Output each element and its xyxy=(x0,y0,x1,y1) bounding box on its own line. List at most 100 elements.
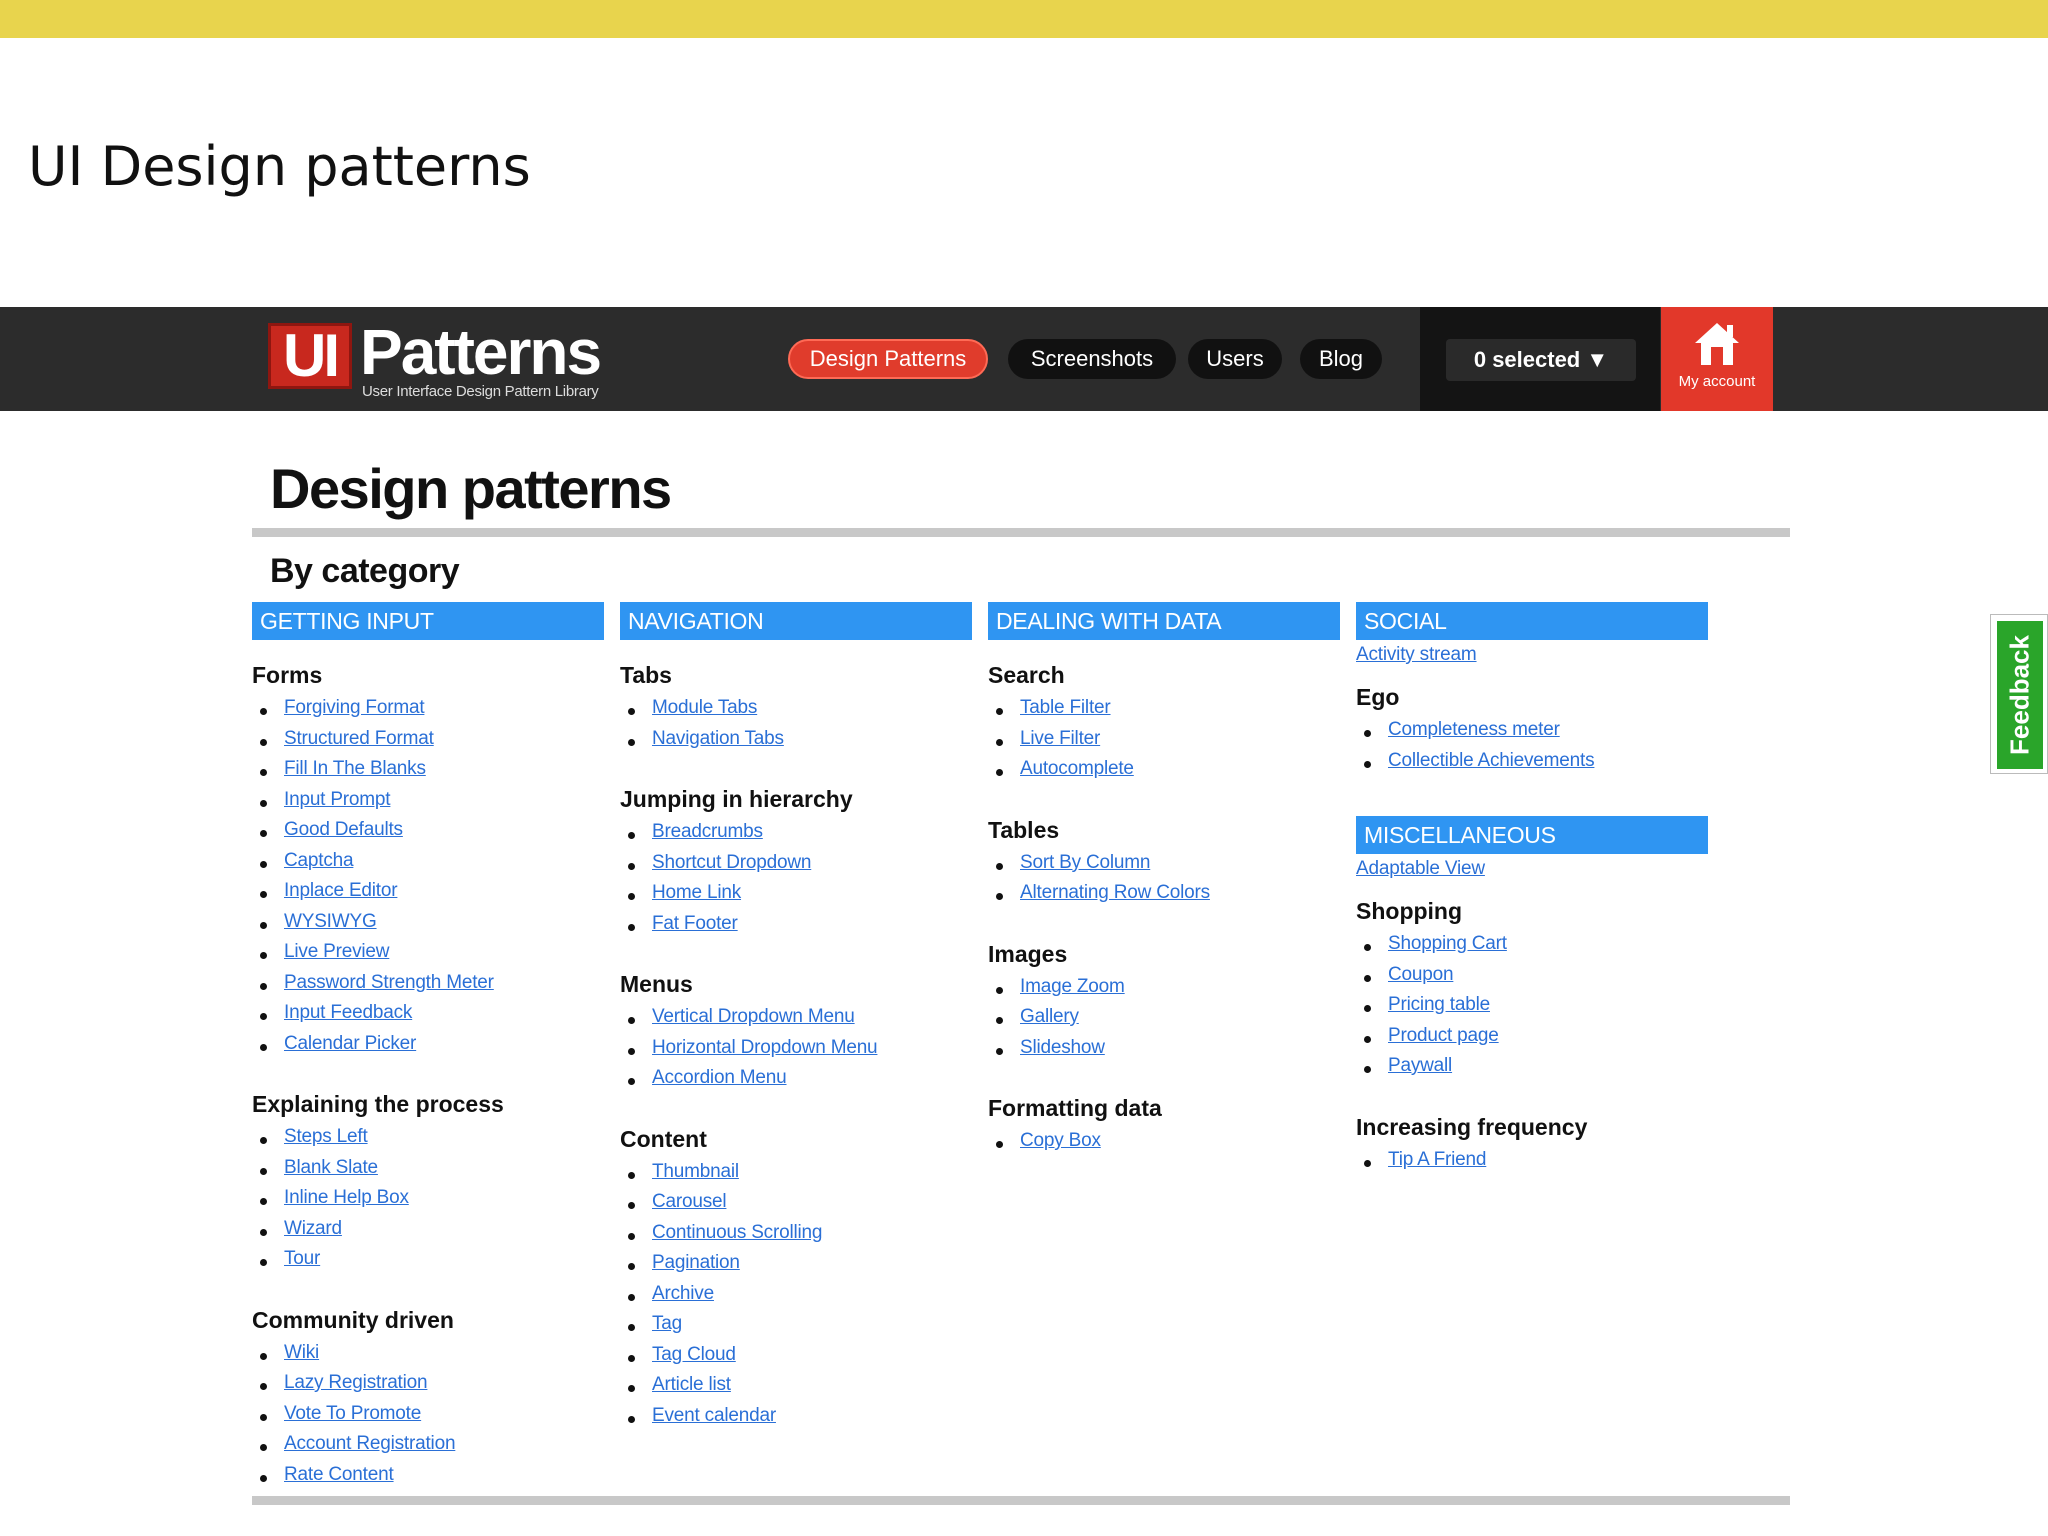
list-bullet xyxy=(260,708,267,715)
logo-tagline: User Interface Design Pattern Library xyxy=(362,383,599,400)
pattern-link-paywall[interactable]: Paywall xyxy=(1388,1055,1452,1077)
pattern-link-alternating-row-colors[interactable]: Alternating Row Colors xyxy=(1020,882,1210,904)
pattern-link-pricing-table[interactable]: Pricing table xyxy=(1388,994,1490,1016)
pattern-link-shortcut-dropdown[interactable]: Shortcut Dropdown xyxy=(652,852,811,874)
list-bullet xyxy=(628,862,635,870)
pattern-link-gallery[interactable]: Gallery xyxy=(1020,1006,1079,1028)
pattern-link-live-preview[interactable]: Live Preview xyxy=(284,941,390,963)
list-bullet xyxy=(260,1474,267,1482)
pattern-link-wizard[interactable]: Wizard xyxy=(284,1218,342,1240)
pattern-link-calendar-picker[interactable]: Calendar Picker xyxy=(284,1033,416,1055)
list-bullet xyxy=(628,1293,635,1301)
pattern-link-wiki[interactable]: Wiki xyxy=(284,1342,319,1364)
pattern-link-tip-a-friend[interactable]: Tip A Friend xyxy=(1388,1149,1486,1171)
pattern-link-table-filter[interactable]: Table Filter xyxy=(1020,697,1111,719)
pattern-link-rate-content[interactable]: Rate Content xyxy=(284,1464,394,1486)
list-bullet xyxy=(996,738,1003,746)
pattern-link-event-calendar[interactable]: Event calendar xyxy=(652,1405,776,1427)
list-bullet xyxy=(260,1013,267,1020)
pattern-link-accordion-menu[interactable]: Accordion Menu xyxy=(652,1067,787,1089)
pattern-link-copy-box[interactable]: Copy Box xyxy=(1020,1130,1101,1152)
pattern-link-adaptable-view[interactable]: Adaptable View xyxy=(1356,858,1485,880)
nav-screenshots[interactable]: Screenshots xyxy=(1008,339,1176,379)
list-bullet xyxy=(260,891,267,898)
pattern-link-horizontal-dropdown-menu[interactable]: Horizontal Dropdown Menu xyxy=(652,1037,878,1059)
pattern-link-coupon[interactable]: Coupon xyxy=(1388,964,1454,986)
footer-divider xyxy=(252,1496,1790,1505)
pattern-link-pagination[interactable]: Pagination xyxy=(652,1252,740,1274)
pattern-link-continuous-scrolling[interactable]: Continuous Scrolling xyxy=(652,1222,822,1244)
pattern-link-lazy-registration[interactable]: Lazy Registration xyxy=(284,1372,428,1394)
by-category-heading: By category xyxy=(270,552,460,590)
nav-design-patterns[interactable]: Design Patterns xyxy=(788,339,988,379)
list-bullet xyxy=(1364,1066,1371,1073)
pattern-link-product-page[interactable]: Product page xyxy=(1388,1025,1499,1047)
pattern-link-password-strength-meter[interactable]: Password Strength Meter xyxy=(284,972,494,994)
list-bullet xyxy=(260,1198,267,1205)
pattern-link-navigation-tabs[interactable]: Navigation Tabs xyxy=(652,728,784,750)
list-bullet xyxy=(996,862,1003,870)
pattern-link-shopping-cart[interactable]: Shopping Cart xyxy=(1388,933,1507,955)
site-logo[interactable]: UI Patterns User Interface Design Patter… xyxy=(268,317,628,401)
list-bullet xyxy=(1364,1159,1371,1167)
list-bullet xyxy=(260,1352,267,1360)
group-title-tabs: Tabs xyxy=(620,662,672,688)
pattern-link-archive[interactable]: Archive xyxy=(652,1283,714,1305)
pattern-link-tour[interactable]: Tour xyxy=(284,1248,320,1270)
selected-dropdown[interactable]: 0 selected ▼ xyxy=(1446,339,1636,381)
pattern-link-activity-stream[interactable]: Activity stream xyxy=(1356,644,1477,666)
pattern-link-structured-format[interactable]: Structured Format xyxy=(284,728,434,750)
pattern-link-completeness-meter[interactable]: Completeness meter xyxy=(1388,719,1560,741)
pattern-link-vote-to-promote[interactable]: Vote To Promote xyxy=(284,1403,421,1425)
list-bullet xyxy=(628,708,635,715)
pattern-link-blank-slate[interactable]: Blank Slate xyxy=(284,1157,378,1179)
pattern-link-collectible-achievements[interactable]: Collectible Achievements xyxy=(1388,750,1595,772)
pattern-link-autocomplete[interactable]: Autocomplete xyxy=(1020,758,1134,780)
pattern-link-input-feedback[interactable]: Input Feedback xyxy=(284,1002,412,1024)
pattern-link-module-tabs[interactable]: Module Tabs xyxy=(652,697,757,719)
pattern-link-sort-by-column[interactable]: Sort By Column xyxy=(1020,852,1150,874)
list-bullet xyxy=(1364,974,1371,982)
pattern-link-good-defaults[interactable]: Good Defaults xyxy=(284,819,403,841)
pattern-link-fill-in-the-blanks[interactable]: Fill In The Blanks xyxy=(284,758,426,780)
pattern-link-inplace-editor[interactable]: Inplace Editor xyxy=(284,880,398,902)
pattern-link-fat-footer[interactable]: Fat Footer xyxy=(652,913,738,935)
group-title-tables: Tables xyxy=(988,816,1060,843)
list-bullet xyxy=(1364,1005,1371,1012)
logo-name: Patterns xyxy=(360,316,602,388)
group-title-shopping: Shopping xyxy=(1356,898,1463,924)
pattern-link-steps-left[interactable]: Steps Left xyxy=(284,1126,368,1148)
logo-mark: UI xyxy=(268,323,352,389)
pattern-link-tag-cloud[interactable]: Tag Cloud xyxy=(652,1344,736,1366)
pattern-link-carousel[interactable]: Carousel xyxy=(652,1191,727,1213)
list-bullet xyxy=(628,1354,635,1362)
nav-users[interactable]: Users xyxy=(1188,339,1282,379)
pattern-link-forgiving-format[interactable]: Forgiving Format xyxy=(284,697,425,719)
list-bullet xyxy=(260,738,267,746)
pattern-link-input-prompt[interactable]: Input Prompt xyxy=(284,789,391,811)
my-account-button[interactable]: My account xyxy=(1661,307,1773,411)
pattern-link-account-registration[interactable]: Account Registration xyxy=(284,1433,456,1455)
pattern-link-home-link[interactable]: Home Link xyxy=(652,882,741,904)
pattern-link-slideshow[interactable]: Slideshow xyxy=(1020,1037,1105,1059)
list-bullet xyxy=(628,1324,635,1331)
pattern-link-image-zoom[interactable]: Image Zoom xyxy=(1020,976,1125,998)
pattern-link-wysiwyg[interactable]: WYSIWYG xyxy=(284,911,377,933)
category-bar-dealing-with-data: DEALING WITH DATA xyxy=(988,602,1340,640)
pattern-link-vertical-dropdown-menu[interactable]: Vertical Dropdown Menu xyxy=(652,1006,855,1028)
list-bullet xyxy=(628,923,635,931)
list-bullet xyxy=(1364,730,1371,737)
pattern-link-live-filter[interactable]: Live Filter xyxy=(1020,728,1100,750)
pattern-link-captcha[interactable]: Captcha xyxy=(284,850,354,872)
list-bullet xyxy=(260,1043,267,1051)
pattern-link-inline-help-box[interactable]: Inline Help Box xyxy=(284,1187,409,1209)
pattern-link-article-list[interactable]: Article list xyxy=(652,1374,731,1396)
feedback-tab-body: Feedback xyxy=(1997,621,2043,769)
pattern-link-thumbnail[interactable]: Thumbnail xyxy=(652,1161,739,1183)
pattern-link-tag[interactable]: Tag xyxy=(652,1313,682,1335)
nav-blog[interactable]: Blog xyxy=(1300,339,1382,379)
list-bullet xyxy=(996,1141,1003,1148)
pattern-link-breadcrumbs[interactable]: Breadcrumbs xyxy=(652,821,763,843)
list-bullet xyxy=(260,1259,267,1266)
feedback-tab[interactable]: Feedback xyxy=(1990,614,2048,774)
